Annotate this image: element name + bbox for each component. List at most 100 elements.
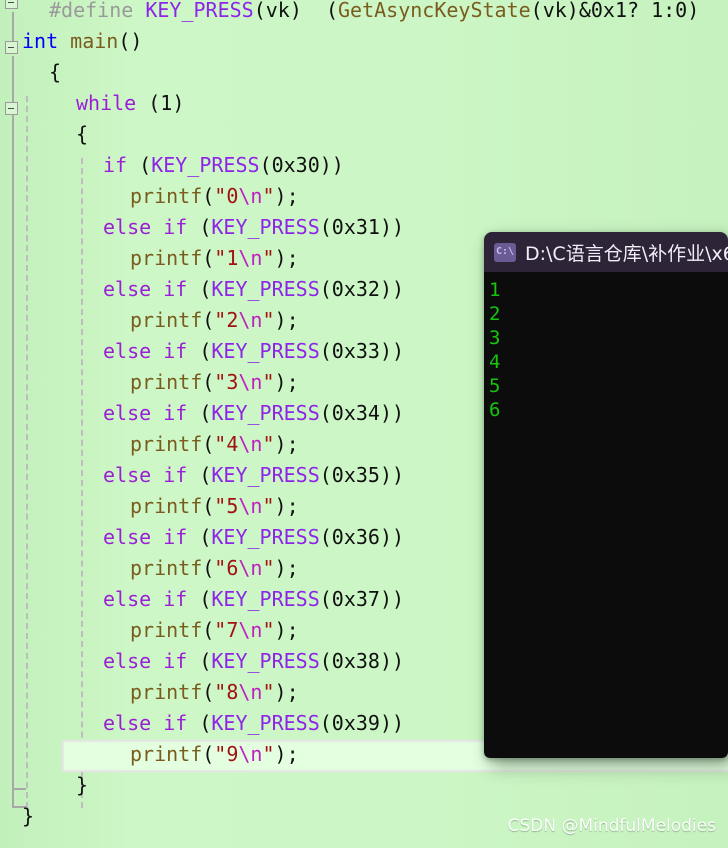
code-line[interactable]: printf("5\n"); — [130, 491, 299, 522]
code-token: while — [76, 91, 137, 115]
code-token: " — [262, 432, 275, 456]
code-token: (0x31)) — [319, 215, 405, 239]
code-line[interactable]: #define KEY_PRESS(vk) (GetAsyncKeyState(… — [49, 0, 699, 26]
code-token: main — [70, 29, 119, 53]
code-token: (0x36)) — [319, 525, 405, 549]
code-line[interactable]: while (1) — [76, 88, 184, 119]
code-token: (0x39)) — [319, 711, 405, 735]
code-token: \n — [238, 618, 263, 642]
code-line[interactable]: else if (KEY_PRESS(0x31)) — [103, 212, 404, 243]
code-token: KEY_PRESS — [151, 153, 260, 177]
code-token: \n — [238, 680, 263, 704]
code-token: "3 — [214, 370, 239, 394]
code-token: \n — [238, 370, 263, 394]
code-token: (0x33)) — [319, 339, 405, 363]
code-line[interactable]: printf("6\n"); — [130, 553, 299, 584]
collapse-toggle-icon[interactable] — [5, 41, 18, 54]
indent-guide-level-2 — [81, 158, 83, 808]
code-token: { — [49, 60, 62, 84]
code-token: ( — [187, 649, 212, 673]
code-token: "1 — [214, 246, 239, 270]
code-token: ( — [202, 680, 215, 704]
code-line[interactable]: printf("1\n"); — [130, 243, 299, 274]
code-line[interactable]: printf("3\n"); — [130, 367, 299, 398]
code-token: printf — [130, 680, 203, 704]
code-token: ); — [274, 618, 299, 642]
code-line[interactable]: else if (KEY_PRESS(0x33)) — [103, 336, 404, 367]
code-token: ( — [202, 556, 215, 580]
code-token: " — [262, 742, 275, 766]
code-token: ); — [274, 246, 299, 270]
code-line[interactable]: printf("8\n"); — [130, 677, 299, 708]
code-token: ( — [187, 215, 212, 239]
code-line[interactable]: else if (KEY_PRESS(0x32)) — [103, 274, 404, 305]
code-token: else if — [103, 463, 188, 487]
code-line[interactable]: else if (KEY_PRESS(0x36)) — [103, 522, 404, 553]
code-line[interactable]: printf("0\n"); — [130, 181, 299, 212]
code-token: "6 — [214, 556, 239, 580]
code-line[interactable]: { — [49, 57, 61, 88]
code-token: printf — [130, 184, 203, 208]
code-line[interactable]: printf("9\n"); — [130, 739, 299, 770]
code-token: (1) — [136, 91, 185, 115]
collapse-toggle-icon[interactable] — [5, 102, 18, 115]
code-token: printf — [130, 618, 203, 642]
code-token: ( — [187, 277, 212, 301]
code-token: printf — [130, 370, 203, 394]
code-line[interactable]: printf("4\n"); — [130, 429, 299, 460]
collapse-toggle-icon[interactable] — [5, 0, 18, 9]
console-output-line: 6 — [489, 399, 501, 421]
code-token: \n — [238, 184, 263, 208]
code-line[interactable]: { — [76, 119, 88, 150]
code-line[interactable]: else if (KEY_PRESS(0x35)) — [103, 460, 404, 491]
code-token: KEY_PRESS — [145, 0, 254, 22]
code-token: ( — [202, 432, 215, 456]
code-token: printf — [130, 494, 203, 518]
code-token: else if — [103, 525, 188, 549]
code-token: printf — [130, 432, 203, 456]
code-token: KEY_PRESS — [211, 339, 320, 363]
code-line[interactable]: printf("2\n"); — [130, 305, 299, 336]
code-line[interactable]: else if (KEY_PRESS(0x38)) — [103, 646, 404, 677]
console-output-line: 5 — [489, 375, 501, 397]
code-token: ( — [202, 308, 215, 332]
code-token: "7 — [214, 618, 239, 642]
console-output-area[interactable]: 123456 — [484, 272, 728, 758]
code-line[interactable]: printf("7\n"); — [130, 615, 299, 646]
indent-guide-level-1 — [26, 96, 28, 808]
code-token: printf — [130, 556, 203, 580]
code-token: ); — [274, 742, 299, 766]
code-token: \n — [238, 742, 263, 766]
code-token: (0x37)) — [319, 587, 405, 611]
code-token: } — [22, 804, 35, 828]
code-token: KEY_PRESS — [211, 587, 320, 611]
code-line[interactable]: } — [22, 801, 34, 832]
code-line[interactable]: if (KEY_PRESS(0x30)) — [103, 150, 344, 181]
code-token: \n — [238, 556, 263, 580]
code-token: ); — [274, 370, 299, 394]
code-line[interactable]: int main() — [22, 26, 142, 57]
code-token: \n — [238, 432, 263, 456]
console-window[interactable]: C:\ D:\C语言仓库\补作业\x64 123456 — [484, 232, 728, 758]
fold-guide-elbow — [12, 788, 26, 790]
code-token: GetAsyncKeyState — [338, 0, 531, 22]
code-token: \n — [238, 246, 263, 270]
code-token: "2 — [214, 308, 239, 332]
fold-guide-line — [12, 116, 14, 788]
code-token: else if — [103, 401, 188, 425]
code-token: () — [118, 29, 143, 53]
code-token: ( — [202, 618, 215, 642]
code-token: ( — [187, 401, 212, 425]
code-token: "4 — [214, 432, 239, 456]
code-token: ( — [187, 339, 212, 363]
code-line[interactable]: else if (KEY_PRESS(0x39)) — [103, 708, 404, 739]
code-token: KEY_PRESS — [211, 215, 320, 239]
console-output-line: 1 — [489, 279, 501, 301]
code-line[interactable]: } — [76, 770, 88, 801]
code-token: if — [103, 153, 128, 177]
code-line[interactable]: else if (KEY_PRESS(0x34)) — [103, 398, 404, 429]
code-line[interactable]: else if (KEY_PRESS(0x37)) — [103, 584, 404, 615]
code-token: ); — [274, 556, 299, 580]
console-titlebar[interactable]: C:\ D:\C语言仓库\补作业\x64 — [484, 232, 728, 272]
